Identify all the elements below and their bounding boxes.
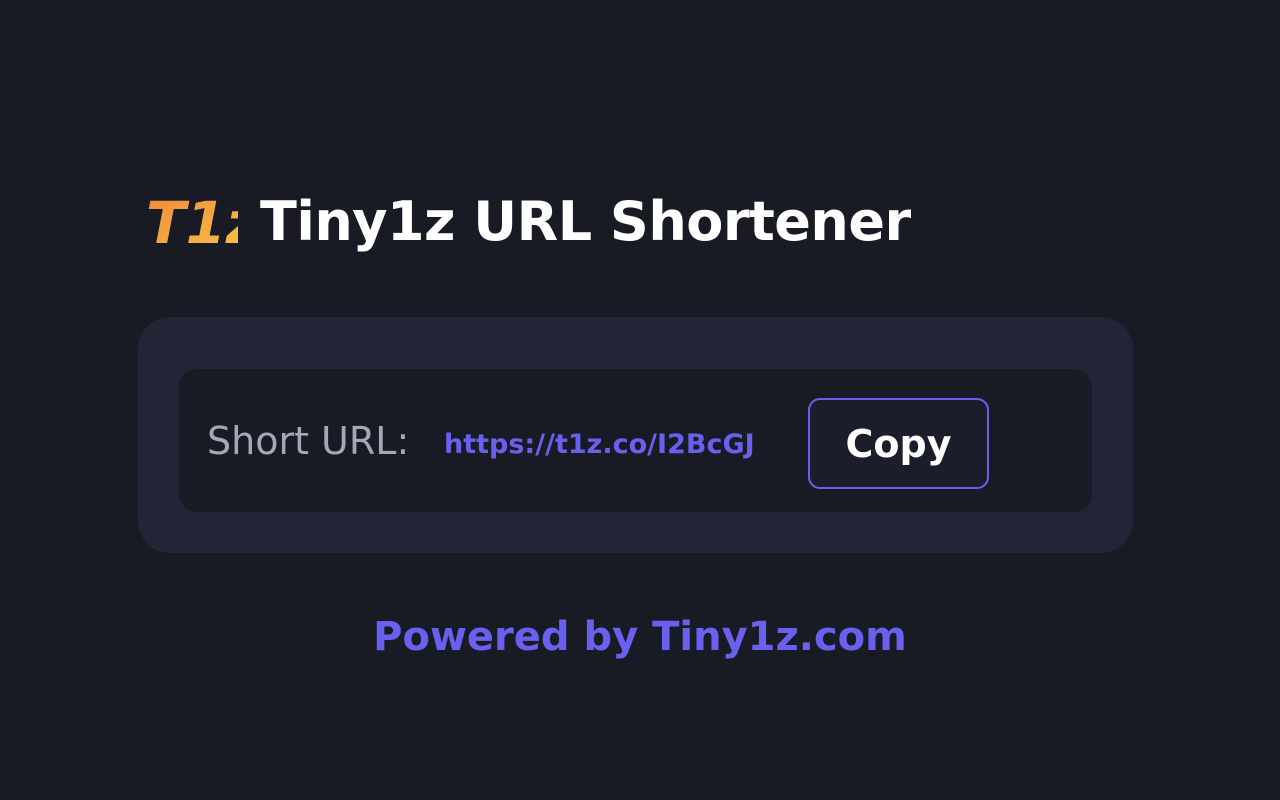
popup-page: T1z Tiny1z URL Shortener Short URL: http… — [0, 0, 1280, 800]
logo-icon: T1z — [146, 189, 238, 253]
footer: Powered by Tiny1z.com — [0, 614, 1280, 660]
logo: T1z — [146, 186, 242, 256]
short-url-link[interactable]: https://t1z.co/I2BcGJ — [444, 429, 755, 461]
short-url-label: Short URL: — [207, 419, 410, 463]
short-url-row: Short URL: https://t1z.co/I2BcGJ Copy — [179, 369, 1092, 512]
header: T1z Tiny1z URL Shortener — [146, 186, 911, 256]
copy-button[interactable]: Copy — [808, 398, 989, 489]
page-title: Tiny1z URL Shortener — [260, 189, 911, 253]
result-card: Short URL: https://t1z.co/I2BcGJ Copy — [138, 317, 1133, 553]
powered-by-link[interactable]: Powered by Tiny1z.com — [373, 614, 907, 660]
logo-text: T1z — [146, 189, 238, 253]
